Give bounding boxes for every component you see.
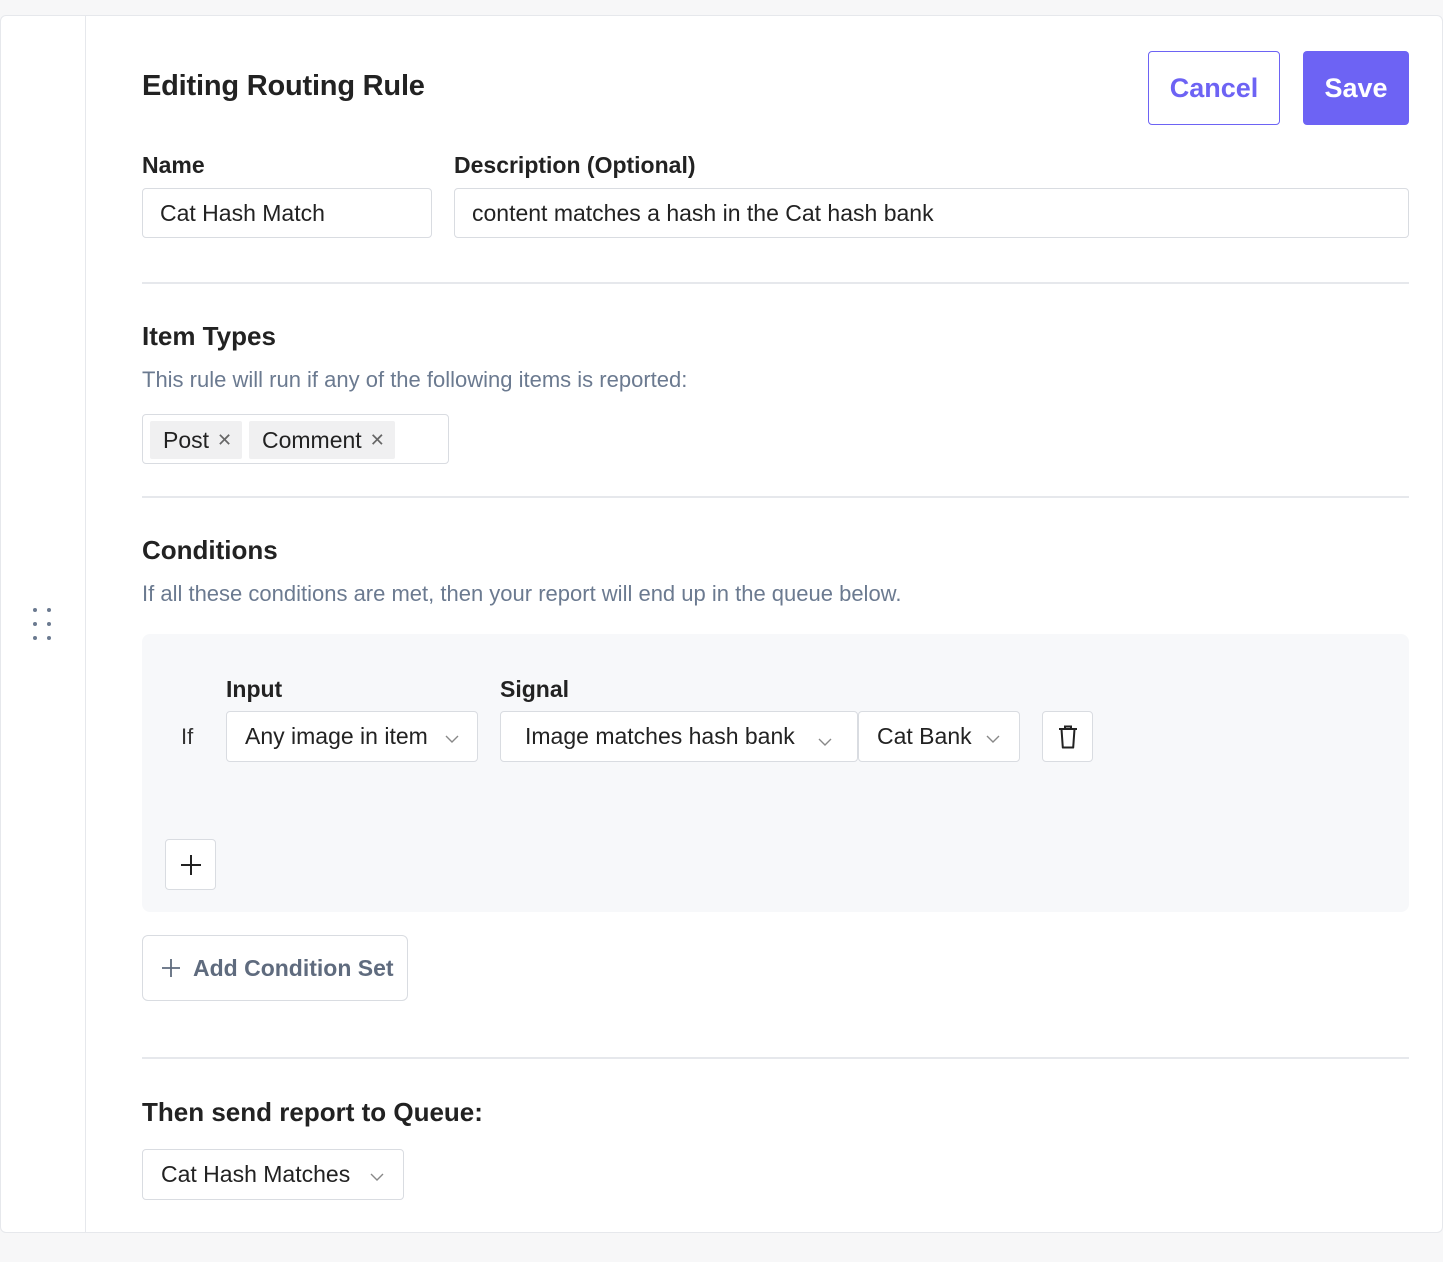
input-column-label: Input (226, 676, 283, 702)
cancel-button[interactable]: Cancel (1148, 51, 1280, 125)
queue-select[interactable]: Cat Hash Matches (142, 1149, 404, 1200)
signal-select-value: Image matches hash bank (525, 723, 795, 749)
description-label: Description (Optional) (454, 152, 696, 178)
add-condition-button[interactable] (165, 839, 216, 890)
add-condition-set-label: Add Condition Set (193, 954, 394, 981)
item-types-multiselect[interactable]: Post ✕ Comment ✕ (142, 414, 449, 464)
condition-set-panel: If Input Signal Any image in item Image … (142, 634, 1409, 912)
tag-label: Comment (262, 426, 362, 453)
bank-select[interactable]: Cat Bank (858, 711, 1020, 762)
rule-editor: Editing Routing Rule Cancel Save Name De… (142, 16, 1409, 1232)
input-select-value: Any image in item (245, 723, 428, 749)
divider (142, 496, 1409, 498)
queue-title: Then send report to Queue: (142, 1097, 483, 1127)
name-label: Name (142, 152, 205, 178)
add-condition-set-button[interactable]: Add Condition Set (142, 935, 408, 1001)
item-types-title: Item Types (142, 321, 276, 351)
plus-icon (162, 959, 180, 977)
conditions-title: Conditions (142, 535, 278, 565)
save-button[interactable]: Save (1303, 51, 1409, 125)
bank-select-value: Cat Bank (877, 723, 972, 749)
if-label: If (181, 724, 194, 749)
delete-condition-button[interactable] (1042, 711, 1093, 762)
tag-label: Post (163, 426, 210, 453)
trash-icon (1058, 725, 1077, 748)
conditions-subtitle: If all these conditions are met, then yo… (142, 581, 902, 606)
signal-select[interactable]: Image matches hash bank (500, 711, 858, 762)
chevron-down-icon (818, 738, 832, 746)
drag-handle-icon[interactable] (31, 608, 55, 642)
tag-post: Post ✕ (150, 421, 243, 459)
divider (142, 1057, 1409, 1059)
item-types-subtitle: This rule will run if any of the followi… (142, 367, 688, 392)
chevron-down-icon (986, 735, 1000, 743)
close-icon[interactable]: ✕ (217, 431, 232, 449)
name-input[interactable] (142, 188, 432, 238)
drag-gutter (1, 16, 86, 1232)
chevron-down-icon (370, 1173, 384, 1181)
routing-rule-card: Editing Routing Rule Cancel Save Name De… (0, 15, 1443, 1233)
close-icon[interactable]: ✕ (370, 431, 385, 449)
divider (142, 282, 1409, 284)
page-title: Editing Routing Rule (142, 70, 425, 102)
tag-comment: Comment ✕ (249, 421, 395, 459)
signal-column-label: Signal (500, 676, 570, 702)
plus-icon (180, 854, 201, 875)
chevron-down-icon (445, 735, 459, 743)
description-input[interactable] (454, 188, 1409, 238)
input-select[interactable]: Any image in item (226, 711, 478, 762)
queue-select-value: Cat Hash Matches (161, 1161, 351, 1187)
